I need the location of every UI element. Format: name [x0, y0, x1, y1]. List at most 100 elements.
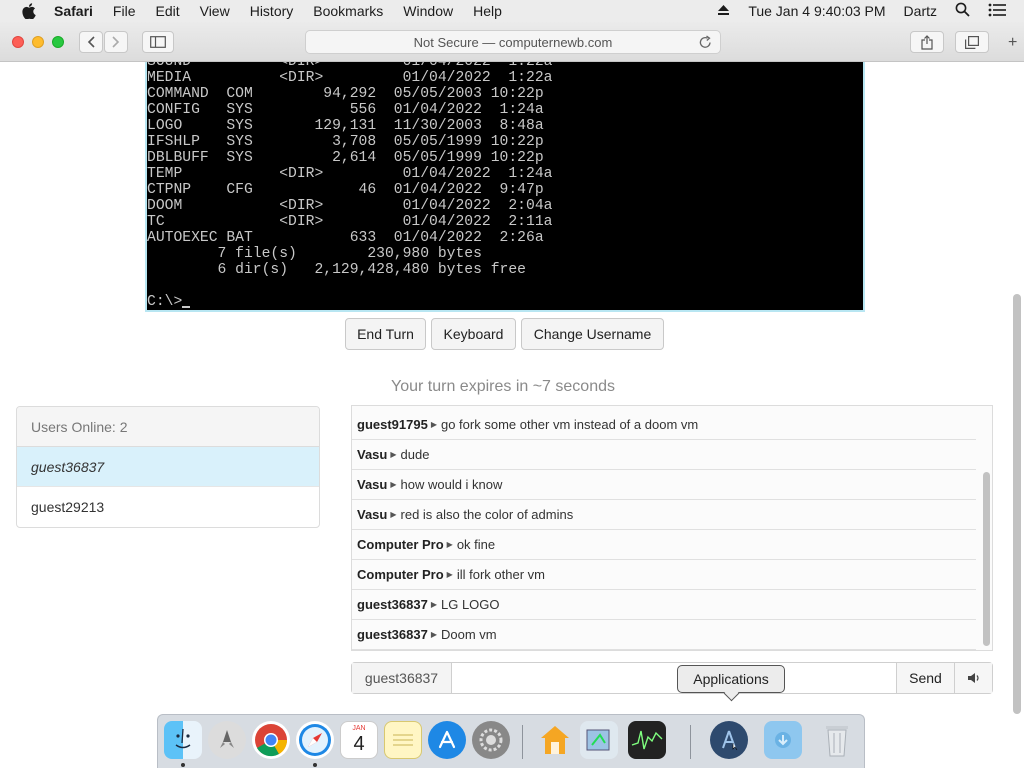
spotlight-search-icon[interactable]: [955, 2, 970, 20]
chat-text: Doom vm: [440, 627, 497, 642]
chat-message: guest36837 ▶ Doom vm: [352, 620, 976, 650]
send-button[interactable]: Send: [896, 663, 954, 693]
web-page: SOUND <DIR> 01/04/2022 1:22a MEDIA <DIR> …: [0, 62, 1024, 716]
chat-text: how would i know: [400, 477, 503, 492]
menu-view[interactable]: View: [200, 3, 230, 19]
menu-safari[interactable]: Safari: [54, 3, 93, 19]
user-list-item[interactable]: guest36837: [17, 447, 319, 487]
address-text: Not Secure — computernewb.com: [413, 34, 613, 50]
launchpad-icon[interactable]: [208, 721, 246, 759]
keyboard-button[interactable]: Keyboard: [431, 318, 516, 350]
chat-author: guest36837: [357, 597, 428, 612]
safari-running-indicator: [313, 763, 317, 767]
chrome-icon[interactable]: [252, 721, 290, 759]
address-bar[interactable]: Not Secure — computernewb.com: [305, 30, 721, 54]
browser-toolbar: Not Secure — computernewb.com +: [0, 22, 1024, 62]
speaker-icon: [967, 673, 979, 683]
chat-username-label: guest36837: [352, 663, 452, 693]
close-window-button[interactable]: [12, 36, 24, 48]
chat-scrollbar[interactable]: [983, 472, 990, 646]
calendar-icon[interactable]: JAN 4: [340, 721, 378, 759]
new-tab-icon[interactable]: +: [1008, 34, 1017, 52]
sidebar-toggle-button[interactable]: [142, 31, 174, 53]
terminal-line: IFSHLP SYS 3,708 05/05/1999 10:22p: [147, 134, 544, 150]
menu-file[interactable]: File: [113, 3, 136, 19]
finder-icon[interactable]: [164, 721, 202, 759]
menu-history[interactable]: History: [250, 3, 294, 19]
turn-status: Your turn expires in ~7 seconds: [391, 378, 615, 395]
calendar-month: JAN: [352, 725, 366, 732]
menu-edit[interactable]: Edit: [155, 3, 179, 19]
eject-icon[interactable]: [717, 3, 730, 19]
app-store-icon[interactable]: [428, 721, 466, 759]
menubar-user[interactable]: Dartz: [904, 3, 937, 19]
vm-screen[interactable]: SOUND <DIR> 01/04/2022 1:22a MEDIA <DIR> …: [145, 62, 865, 312]
safari-icon[interactable]: [296, 721, 334, 759]
minimize-window-button[interactable]: [32, 36, 44, 48]
volume-button[interactable]: [954, 663, 992, 693]
preview-icon[interactable]: [580, 721, 618, 759]
dock-separator: [522, 725, 523, 759]
notes-icon[interactable]: [384, 721, 422, 759]
menubar-clock[interactable]: Tue Jan 4 9:40:03 PM: [748, 3, 885, 19]
chevron-left-icon: [87, 36, 95, 48]
back-button[interactable]: [79, 31, 103, 53]
user-list-item[interactable]: guest29213: [17, 487, 319, 527]
terminal-prompt: C:\>: [147, 294, 863, 310]
chevron-right-icon: [112, 36, 120, 48]
apple-icon[interactable]: [22, 3, 36, 19]
terminal-line: 7 file(s) 230,980 bytes: [147, 246, 482, 262]
terminal-line: CTPNP CFG 46 01/04/2022 9:47p: [147, 182, 544, 198]
chat-text: dude: [400, 447, 430, 462]
end-turn-button[interactable]: End Turn: [345, 318, 426, 350]
dock-separator: [690, 725, 691, 759]
reload-icon[interactable]: [699, 35, 712, 52]
home-icon[interactable]: [536, 721, 574, 759]
chat-message: guest36837 ▶ LG LOGO: [352, 590, 976, 620]
chat-message: Vasu ▶ how would i know: [352, 470, 976, 500]
chat-author: Computer Pro: [357, 537, 444, 552]
fullscreen-window-button[interactable]: [52, 36, 64, 48]
trash-icon[interactable]: [818, 721, 856, 759]
chat-author: Vasu: [357, 477, 388, 492]
chat-text: ill fork other vm: [456, 567, 545, 582]
chat-author: Vasu: [357, 507, 388, 522]
terminal-line: SOUND <DIR> 01/04/2022 1:22a: [147, 62, 553, 70]
share-icon: [921, 34, 933, 50]
tabs-overview-icon: [965, 35, 979, 49]
notification-center-icon[interactable]: [988, 3, 1006, 20]
menu-bookmarks[interactable]: Bookmarks: [313, 3, 383, 19]
terminal-cursor: [182, 306, 191, 308]
downloads-folder-icon[interactable]: [764, 721, 802, 759]
terminal-line: COMMAND COM 94,292 05/05/2003 10:22p: [147, 86, 544, 102]
show-tabs-button[interactable]: [955, 31, 989, 53]
terminal-output: SOUND <DIR> 01/04/2022 1:22a MEDIA <DIR> …: [147, 62, 863, 278]
caret-right-icon: ▶: [390, 480, 397, 489]
system-preferences-icon[interactable]: [472, 721, 510, 759]
chat-message-input[interactable]: [452, 663, 896, 693]
calendar-day: 4: [353, 733, 365, 755]
share-button[interactable]: [910, 31, 944, 53]
applications-folder-icon[interactable]: [710, 721, 748, 759]
chat-input-group: guest36837 Send: [351, 662, 993, 694]
terminal-line: 6 dir(s) 2,129,428,480 bytes free: [147, 262, 527, 278]
chat-message: guest91795 ▶ go fork some other vm instead…: [352, 410, 976, 440]
activity-monitor-icon[interactable]: [628, 721, 666, 759]
menu-help[interactable]: Help: [473, 3, 502, 19]
caret-right-icon: ▶: [430, 420, 437, 429]
chat-author: guest91795: [357, 417, 428, 432]
terminal-line: DBLBUFF SYS 2,614 05/05/1999 10:22p: [147, 150, 544, 166]
terminal-line: DOOM <DIR> 01/04/2022 2:04a: [147, 198, 553, 214]
change-username-button[interactable]: Change Username: [521, 318, 664, 350]
menu-window[interactable]: Window: [403, 3, 453, 19]
menu-bar: Safari File Edit View History Bookmarks …: [0, 0, 1024, 22]
page-scrollbar[interactable]: [1013, 294, 1021, 714]
dock-tooltip: Applications: [677, 665, 785, 693]
chat-message: Computer Pro ▶ ill fork other vm: [352, 560, 976, 590]
forward-button[interactable]: [104, 31, 128, 53]
caret-right-icon: ▶: [446, 570, 453, 579]
chat-panel: guest91795 ▶ go fork some other vm instead…: [351, 405, 993, 651]
dock: JAN 4: [157, 714, 865, 768]
caret-right-icon: ▶: [430, 630, 437, 639]
terminal-line: AUTOEXEC BAT 633 01/04/2022 2:26a: [147, 230, 544, 246]
